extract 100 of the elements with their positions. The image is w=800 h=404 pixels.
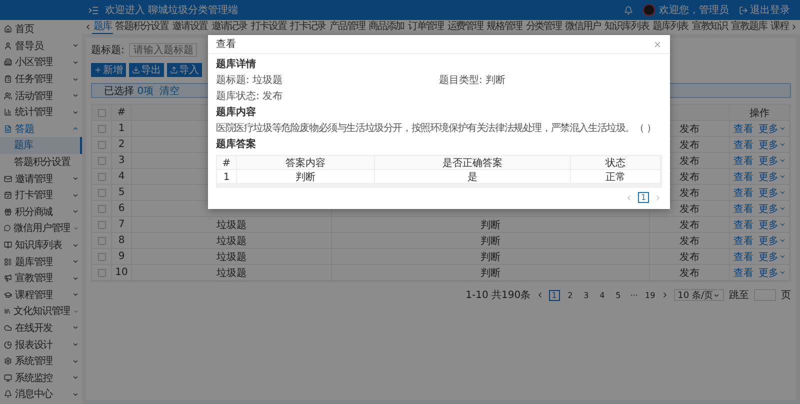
- view-link[interactable]: 查看: [734, 202, 754, 216]
- more-link[interactable]: 更多: [758, 202, 786, 216]
- sidebar-item[interactable]: 文化知识管理: [0, 303, 82, 320]
- view-link[interactable]: 查看: [734, 218, 754, 232]
- import-button[interactable]: 导入: [167, 63, 202, 77]
- sidebar-item[interactable]: 知识库列表: [0, 236, 82, 254]
- table-cell-text: 判断: [296, 170, 316, 184]
- page-number[interactable]: 3: [580, 290, 592, 300]
- more-link[interactable]: 更多: [758, 122, 786, 136]
- sidebar-item[interactable]: 报表设计: [0, 336, 82, 353]
- table-cell-text: 是: [468, 171, 478, 184]
- table-cell-text: 判断: [480, 266, 500, 280]
- tab[interactable]: 课程: [768, 20, 790, 34]
- tab[interactable]: 题库: [92, 20, 113, 34]
- sidebar-item[interactable]: 统计管理: [0, 104, 82, 121]
- tab[interactable]: 邀请设置: [170, 20, 210, 34]
- sidebar-item[interactable]: 在线开发: [0, 320, 82, 336]
- page-number[interactable]: 5: [612, 290, 624, 300]
- table-cell: 1: [223, 172, 230, 182]
- tab[interactable]: 知识库列表: [602, 20, 650, 34]
- more-link[interactable]: 更多: [758, 266, 786, 280]
- sidebar-item[interactable]: 首页: [0, 21, 82, 38]
- sidebar-item[interactable]: 任务管理: [0, 70, 82, 88]
- tab[interactable]: 订单管理: [406, 20, 445, 34]
- sidebar-item[interactable]: 活动管理: [0, 87, 82, 104]
- tab[interactable]: 微信用户: [564, 20, 602, 34]
- sidebar-item[interactable]: 课程管理: [0, 286, 82, 304]
- table-cell-text: 发布: [680, 122, 700, 136]
- more-link[interactable]: 更多: [758, 218, 786, 232]
- table-cell-text: 发布: [680, 154, 700, 168]
- view-link[interactable]: 查看: [734, 154, 754, 168]
- more-link[interactable]: 更多: [758, 154, 786, 168]
- search-field[interactable]: 请输入题标题: [129, 43, 198, 57]
- more-link[interactable]: 更多: [758, 234, 786, 248]
- sidebar-subitem[interactable]: 题库: [0, 137, 82, 154]
- table-cell: 2: [118, 139, 125, 150]
- page-number[interactable]: 1: [638, 192, 649, 203]
- tab[interactable]: 产品管理: [328, 20, 366, 34]
- column-header: #: [117, 107, 126, 118]
- view-link[interactable]: 查看: [734, 138, 754, 152]
- sidebar-item[interactable]: 消息中心: [0, 386, 82, 403]
- selection-count: 已选择 0项: [104, 84, 154, 98]
- detail-field: 题目类型: 判断: [439, 75, 662, 87]
- page-number[interactable]: 1: [548, 290, 560, 300]
- sidebar-item[interactable]: 积分商城: [0, 204, 82, 220]
- tab[interactable]: 打卡记录: [288, 20, 328, 34]
- table-cell: 7: [118, 219, 125, 230]
- sidebar-item[interactable]: 督导员: [0, 38, 82, 54]
- add-button[interactable]: 新增: [91, 63, 126, 77]
- more-link[interactable]: 更多: [758, 170, 786, 184]
- sidebar-item[interactable]: 微信用户管理: [0, 220, 82, 237]
- sidebar-item[interactable]: 系统监控: [0, 369, 82, 386]
- view-link[interactable]: 查看: [734, 186, 754, 200]
- tab[interactable]: 宣教知识: [690, 20, 729, 34]
- tab[interactable]: 邀请记录: [210, 20, 248, 34]
- table-cell: 3: [118, 155, 125, 166]
- column-header: 是否正确答案: [442, 156, 502, 170]
- section-heading: 题库答案: [216, 139, 257, 151]
- sidebar-item[interactable]: 小区管理: [0, 54, 82, 71]
- sidebar-item[interactable]: 系统管理: [0, 352, 82, 370]
- tab[interactable]: 宣教题库: [730, 20, 768, 34]
- page-size-select[interactable]: 10 条/页: [674, 289, 724, 301]
- view-link[interactable]: 查看: [734, 122, 754, 136]
- sidebar-item[interactable]: 答题: [0, 120, 82, 138]
- clear-link[interactable]: 清空: [160, 84, 180, 98]
- tab[interactable]: 运费管理: [446, 20, 484, 34]
- export-button[interactable]: 导出: [129, 63, 164, 77]
- page-number[interactable]: 2: [564, 290, 576, 300]
- tab[interactable]: 分类管理: [524, 20, 563, 34]
- page-number[interactable]: 4: [596, 290, 608, 300]
- table-cell-text: 发布: [680, 170, 700, 184]
- tab[interactable]: 商品添加: [367, 20, 406, 34]
- tab[interactable]: 打卡设置: [249, 20, 288, 34]
- table-cell-text: 判断: [480, 234, 500, 248]
- table-cell-text: 垃圾题: [216, 266, 246, 280]
- more-link[interactable]: 更多: [758, 250, 786, 264]
- sidebar-subitem[interactable]: 答题积分设置: [0, 154, 82, 170]
- app-title: 欢迎进入 聊城垃圾分类管理端: [105, 4, 238, 17]
- sidebar-item[interactable]: 邀请管理: [0, 170, 82, 187]
- column-header: 状态: [606, 156, 626, 170]
- table-cell-text: 垃圾题: [216, 250, 246, 264]
- sidebar-item[interactable]: 宣教管理: [0, 270, 82, 286]
- tab[interactable]: 题库列表: [651, 20, 690, 34]
- sidebar-item[interactable]: 打卡管理: [0, 186, 82, 204]
- tab[interactable]: 规格管理: [484, 20, 524, 34]
- jump-label: 跳至: [729, 288, 749, 302]
- more-link[interactable]: 更多: [758, 186, 786, 200]
- view-link[interactable]: 查看: [734, 250, 754, 264]
- view-link[interactable]: 查看: [734, 170, 754, 184]
- table-cell-text: 发布: [680, 218, 700, 232]
- table-cell: 8: [118, 235, 125, 246]
- tab[interactable]: 答题积分设置: [114, 20, 170, 34]
- view-link[interactable]: 查看: [734, 266, 754, 280]
- page-number[interactable]: 19: [644, 290, 656, 300]
- logout-link[interactable]: 退出登录: [750, 3, 790, 17]
- sidebar-item[interactable]: 题库管理: [0, 253, 82, 270]
- page-number[interactable]: ···: [628, 290, 640, 300]
- view-link[interactable]: 查看: [734, 234, 754, 248]
- more-link[interactable]: 更多: [758, 138, 786, 152]
- table-cell-text: 垃圾题: [216, 218, 246, 232]
